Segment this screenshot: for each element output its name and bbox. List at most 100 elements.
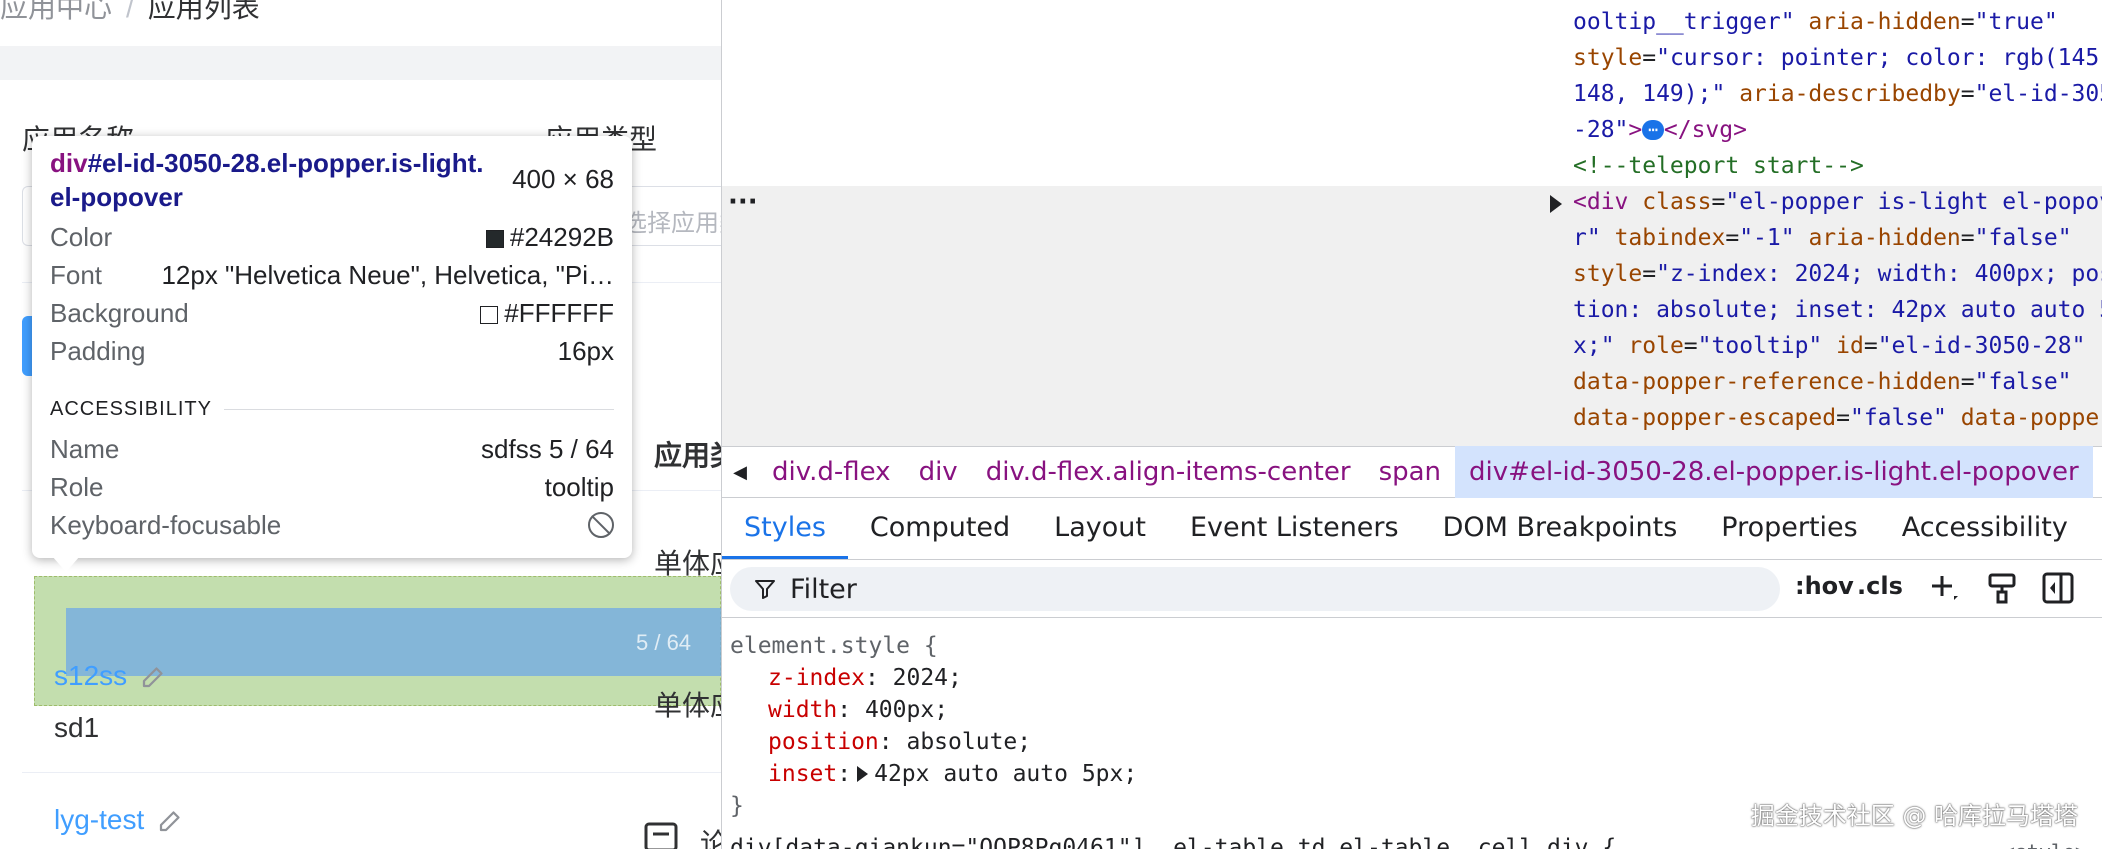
collapsed-content-icon[interactable]: ⋯ (1642, 120, 1664, 140)
tab-event-listeners[interactable]: Event Listeners (1168, 498, 1421, 559)
crumb-span[interactable]: span (1365, 446, 1455, 498)
next-rule-selector[interactable]: div[data-qiankun="OOP8Pq0461"] .el-table… (730, 832, 1616, 849)
type-column-header: 应用类型 (654, 440, 721, 471)
tab-accessibility[interactable]: Accessibility (1880, 498, 2090, 559)
crumb-div[interactable]: div (905, 446, 972, 498)
tooltip-background-row: Background #FFFFFF (50, 296, 614, 330)
app-viewport: 应用中心/应用列表 应用名称 应用类型 选择应用类型 应用类型 单体应用 5 /… (0, 0, 721, 849)
tooltip-color-row: Color #24292B (50, 220, 614, 254)
tab-styles[interactable]: Styles (722, 498, 848, 559)
role-value: tooltip (544, 471, 614, 502)
dom-line[interactable]: data-popper-reference-hidden="false" (1573, 364, 2072, 400)
toggle-classes-button[interactable]: .cls (1857, 572, 1903, 600)
rule-close: } (730, 793, 744, 819)
app-link-lyg-test[interactable]: lyg-test (54, 804, 186, 836)
tab-properties[interactable]: Properties (1699, 498, 1879, 559)
font-label: Font (50, 259, 103, 290)
color-label: Color (50, 221, 113, 252)
tooltip-tag: div (50, 148, 88, 178)
dom-line[interactable]: 148, 149);" aria-describedby="el-id-3050 (1573, 76, 2102, 112)
style-declaration[interactable]: position: absolute; (768, 726, 1031, 758)
breadcrumb-current: 应用列表 (147, 0, 260, 23)
dom-breadcrumbs: ◀ div.d-flex div div.d-flex.align-items-… (722, 446, 2102, 498)
truncated-text: 论 (700, 828, 721, 849)
color-value: #24292B (509, 221, 614, 252)
dom-comment[interactable]: <!--teleport start--> (1573, 148, 1864, 184)
char-counter: 5 / 64 (636, 630, 692, 655)
dom-line[interactable]: ooltip__trigger" aria-hidden="true" (1573, 4, 2058, 40)
edit-icon[interactable] (139, 661, 169, 691)
watermark: 掘金技术社区 @ 哈库拉马塔塔 (1750, 802, 2078, 830)
expand-shorthand-icon[interactable] (857, 766, 869, 782)
sidebar-tabs: Styles Computed Layout Event Listeners D… (722, 498, 2102, 560)
rule-selector[interactable]: element.style { (730, 630, 938, 662)
styles-toolbar: :hov .cls (722, 560, 2102, 618)
breadcrumb-root[interactable]: 应用中心 (0, 0, 112, 23)
style-declaration[interactable]: width: 400px; (768, 694, 948, 726)
dom-line[interactable]: tion: absolute; inset: 42px auto auto 5p (1573, 292, 2102, 328)
color-swatch-icon (485, 229, 504, 248)
crumb-div-d-flex[interactable]: div.d-flex (758, 446, 905, 498)
padding-label: Padding (50, 335, 146, 366)
app-type-placeholder: 选择应用类型 (623, 210, 721, 237)
style-declaration[interactable]: z-index: 2024; (768, 662, 962, 694)
tooltip-selector: #el-id-3050-28.el-popper.is-light.el-pop… (50, 148, 484, 212)
tooltip-element-selector: div#el-id-3050-28.el-popper.is-light.el-… (50, 146, 490, 214)
tab-computed[interactable]: Computed (848, 498, 1032, 559)
not-focusable-icon (588, 512, 614, 538)
tab-layout[interactable]: Layout (1032, 498, 1168, 559)
tooltip-font-row: Font 12px "Helvetica Neue", Helvetica, "… (50, 258, 614, 292)
background-value: #FFFFFF (504, 297, 614, 328)
tab-dom-breakpoints[interactable]: DOM Breakpoints (1421, 498, 1700, 559)
name-value: sdfss 5 / 64 (481, 433, 614, 464)
app-desc: sd1 (54, 712, 100, 743)
breadcrumb: 应用中心 / 应用列表 (0, 0, 260, 26)
tooltip-name-row: Name sdfss 5 / 64 (50, 432, 614, 466)
crumb-selected-popover[interactable]: div#el-id-3050-28.el-popper.is-light.el-… (1455, 446, 2093, 498)
new-style-rule-icon[interactable] (1926, 570, 1962, 606)
tooltip-arrow (52, 556, 80, 572)
table-divider (22, 772, 721, 773)
rule-source-link[interactable]: <style> (2003, 836, 2087, 849)
dom-line[interactable]: style="cursor: pointer; color: rgb(145, (1573, 40, 2102, 76)
dom-line-selected[interactable]: <div class="el-popper is-light el-popove (1573, 184, 2102, 220)
tooltip-padding-row: Padding 16px (50, 334, 614, 368)
name-label: Name (50, 433, 120, 464)
filter-icon (755, 580, 775, 599)
elements-tree[interactable]: ··· ooltip__trigger" aria-hidden="true" … (722, 0, 2102, 446)
dom-line[interactable]: r" tabindex="-1" aria-hidden="false" (1573, 220, 2072, 256)
dom-line[interactable]: style="z-index: 2024; width: 400px; posi (1573, 256, 2102, 292)
dom-line[interactable]: -28"> ⋯ </svg> (1573, 112, 1747, 148)
tooltip-size: 400 × 68 (512, 164, 614, 194)
expand-triangle-icon[interactable] (1550, 195, 1562, 213)
accessibility-section: ACCESSIBILITY (50, 398, 614, 421)
crumb-div-align-items-center[interactable]: div.d-flex.align-items-center (972, 446, 1365, 498)
font-value: 12px "Helvetica Neue", Helvetica, "Pi… (161, 259, 614, 290)
app-name[interactable]: s12ss (54, 660, 127, 692)
inspect-tooltip: div#el-id-3050-28.el-popper.is-light.el-… (32, 136, 632, 558)
padding-value: 16px (557, 335, 614, 366)
role-label: Role (50, 471, 104, 502)
devtools-panel: ··· ooltip__trigger" aria-hidden="true" … (721, 0, 2102, 849)
type-cell: 单体应用 (654, 690, 721, 721)
background-swatch-icon (480, 305, 499, 324)
styles-filter-input[interactable] (790, 573, 1690, 605)
tooltip-focusable-row: Keyboard-focusable (50, 508, 614, 542)
focusable-label: Keyboard-focusable (50, 509, 282, 540)
app-link-s12ss[interactable]: s12ss (54, 660, 169, 692)
tooltip-role-row: Role tooltip (50, 470, 614, 504)
message-icon[interactable] (644, 822, 678, 849)
content-gap (0, 46, 721, 80)
filter-box[interactable] (730, 567, 1780, 611)
app-name[interactable]: lyg-test (54, 804, 144, 836)
dom-line[interactable]: x;" role="tooltip" id="el-id-3050-28" (1573, 328, 2085, 364)
crumbs-scroll-left-icon[interactable]: ◀ (722, 462, 758, 483)
toggle-sidebar-icon[interactable] (2040, 570, 2076, 606)
edit-icon[interactable] (156, 805, 186, 835)
breadcrumb-separator: / (126, 0, 134, 23)
paint-roller-icon[interactable] (1984, 570, 2020, 606)
dom-line[interactable]: data-popper-escaped="false" data-popper- (1573, 400, 2102, 436)
node-ellipsis-icon[interactable]: ··· (728, 184, 758, 220)
style-declaration[interactable]: inset: 42px auto auto 5px; (768, 758, 1137, 790)
toggle-state-button[interactable]: :hov (1795, 572, 1854, 600)
